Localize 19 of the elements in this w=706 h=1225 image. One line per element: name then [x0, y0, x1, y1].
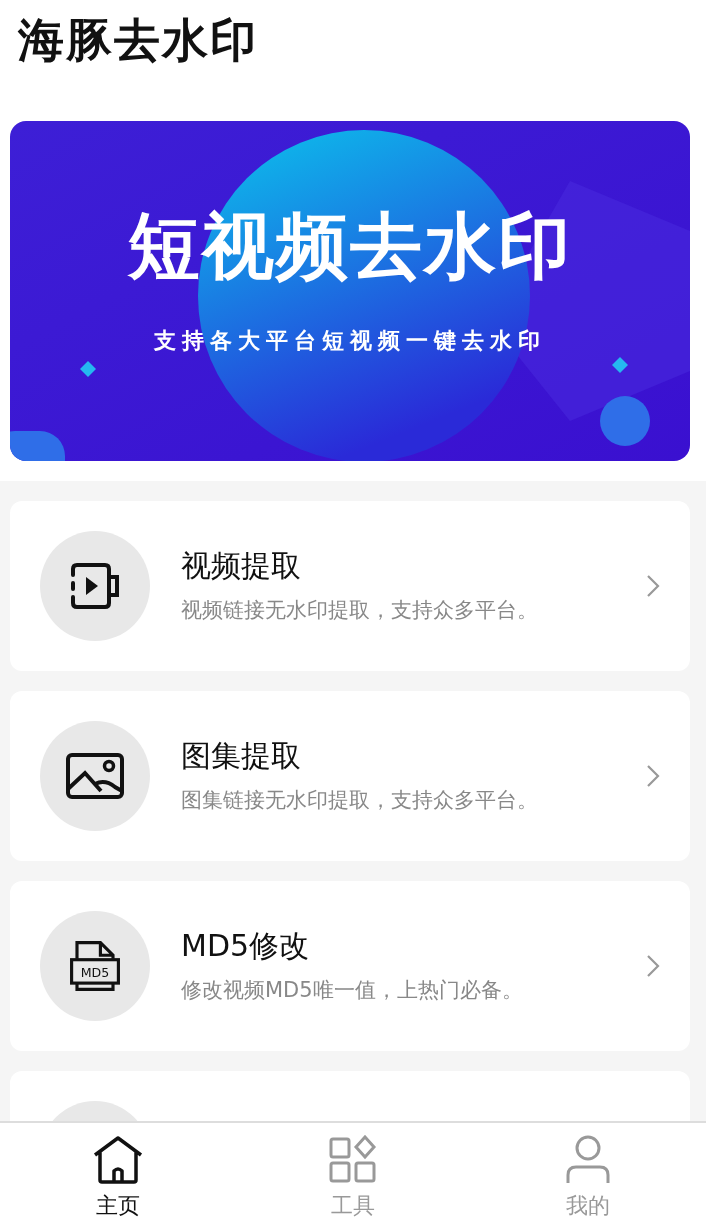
- feature-card[interactable]: 图集提取 图集链接无水印提取，支持众多平台。: [10, 691, 690, 861]
- home-icon: [91, 1135, 144, 1185]
- feature-description: 修改视频MD5唯一值，上热门必备。: [181, 977, 524, 1004]
- grid-icon: [327, 1135, 379, 1185]
- feature-title: 视频提取: [181, 548, 302, 584]
- feature-title: 图集提取: [181, 738, 302, 774]
- banner-headline: 短视频去水印: [128, 207, 572, 287]
- chevron-right-icon: [646, 574, 660, 598]
- app-title: 海豚去水印: [18, 12, 258, 69]
- chevron-right-icon: [646, 764, 660, 788]
- feature-card[interactable]: [10, 1071, 690, 1123]
- feature-card[interactable]: MD5 MD5修改 修改视频MD5唯一值，上热门必备。: [10, 881, 690, 1051]
- feature-description: 视频链接无水印提取，支持众多平台。: [181, 597, 539, 624]
- chevron-right-icon: [646, 954, 660, 978]
- feature-card[interactable]: 视频提取 视频链接无水印提取，支持众多平台。: [10, 501, 690, 671]
- tab-item[interactable]: 主页: [47, 1123, 188, 1225]
- feature-title: MD5修改: [181, 928, 311, 964]
- feature-description: 图集链接无水印提取，支持众多平台。: [181, 787, 539, 814]
- banner-subtitle: 支持各大平台短视频一键去水印: [154, 327, 546, 356]
